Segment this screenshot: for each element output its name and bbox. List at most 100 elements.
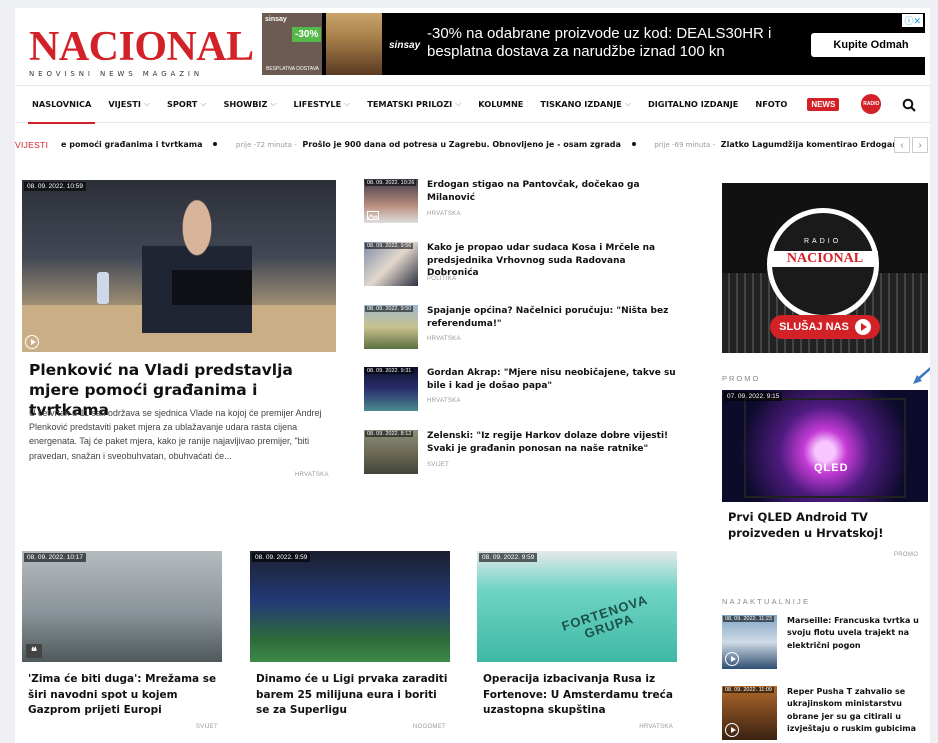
article-title[interactable]: Gordan Akrap: "Mjere nisu neobičajene, t… [427,367,677,392]
ticker-separator [631,142,636,146]
ticker-next-button[interactable]: › [912,137,928,153]
article-thumbnail[interactable]: 08. 09. 2022. 9:31 [364,367,418,411]
ad-choices-icon[interactable]: ⓘ✕ [902,14,923,27]
ad-discount: -30% [292,27,322,42]
listen-button[interactable]: SLUŠAJ NAS [770,315,880,339]
article-card[interactable]: 08. 09. 2022. 9:59 FORTENOVA GRUPA Opera… [477,551,677,741]
nav-label: LIFESTYLE [293,99,342,109]
ad-banner[interactable]: sinsay BESPLATNA DOSTAVA -30% sinsay -30… [262,13,930,75]
news-badge[interactable]: NEWS [807,97,840,111]
page: NACIONAL NEOVISNI NEWS MAGAZIN sinsay BE… [15,8,930,743]
site-logo[interactable]: NACIONAL NEOVISNI NEWS MAGAZIN [29,24,254,78]
article-title[interactable]: 'Zima će biti duga': Mrežama se širi nav… [28,672,222,719]
article-title[interactable]: Dinamo će u Ligi prvaka zaraditi barem 2… [256,672,450,719]
article-title[interactable]: Operacija izbacivanja Rusa iz Fortenove:… [483,672,677,719]
chevron-down-icon: ⌵ [344,99,351,108]
article-title[interactable]: Spajanje općina? Načelnici poručuju: "Ni… [427,305,677,330]
article-date: 08. 09. 2022. 9:50 [365,306,414,312]
ticker-item[interactable]: Zlatko Lagumdžija komentirao Erdoganovu … [721,140,894,149]
nav-item-naslovnica[interactable]: NASLOVNICA [27,85,96,124]
article-title[interactable]: Kako je propao udar sudaca Kosa i Mrčele… [427,242,677,280]
article-thumbnail[interactable]: 08. 09. 2022. 11:09 [722,686,777,740]
article-title[interactable]: Zelenski: "Iz regije Harkov dolaze dobre… [427,430,677,455]
nav-item-sport[interactable]: SPORT ⌵ [167,85,206,123]
article-image[interactable]: 08. 09. 2022. 9:59 [250,551,450,662]
list-item[interactable]: 08. 09. 2022. 9:56 Kako je propao udar s… [364,242,679,290]
nav-item-lifestyle[interactable]: LIFESTYLE ⌵ [294,85,351,123]
list-item[interactable]: 08. 09. 2022. 10:26 Erdogan stigao na Pa… [364,179,679,227]
hero-image[interactable]: 08. 09. 2022. 10:59 [22,180,336,352]
nav-item-nfoto[interactable]: NFOTO [755,85,787,123]
nav-item-kolumne[interactable]: KOLUMNE [478,85,523,123]
article-image[interactable]: 08. 09. 2022. 10:17 ❝ [22,551,222,662]
article-category[interactable]: HRVATSKA [427,211,461,217]
article-date: 08. 09. 2022. 10:26 [365,180,417,186]
hero-category[interactable]: HRVATSKA [295,472,329,478]
nav-label: DIGITALNO IZDANJE [647,99,739,109]
chevron-down-icon: ⌵ [624,99,631,108]
latest-section-label: NAJAKTUALNIJE [722,597,811,606]
nav-item-vijesti[interactable]: VIJESTI ⌵ [108,85,150,123]
article-title[interactable]: Marseille: Francuska tvrtka u svoju flot… [787,615,927,652]
radio-nacional-banner[interactable]: RADIO NACIONAL SLUŠAJ NAS [722,183,928,353]
ad-image: sinsay BESPLATNA DOSTAVA [262,13,322,75]
article-category[interactable]: SVIJET [196,724,218,730]
article-category[interactable]: HRVATSKA [639,724,673,730]
list-item[interactable]: 08. 09. 2022. 8:12 Zelenski: "Iz regije … [364,430,679,478]
article-thumbnail[interactable]: 08. 09. 2022. 10:26 [364,179,418,223]
nav-label: KOLUMNE [478,99,524,109]
play-icon [854,319,871,335]
ad-brand-small: sinsay [265,16,287,23]
search-icon[interactable] [902,98,916,112]
promo-category[interactable]: PROMO [894,552,918,558]
hero-excerpt: U četvrtak u 11 sati održava se sjednica… [29,408,322,461]
radio-badge-icon[interactable]: RADIO [861,94,882,114]
play-icon[interactable] [25,335,39,349]
ad-cta-button[interactable]: Kupite Odmah [811,33,930,57]
article-category[interactable]: HRVATSKA [427,398,461,404]
nav-label: TISKANO IZDANJE [540,99,622,109]
latest-item[interactable]: 08. 09. 2022. 11:09 Reper Pusha T zahval… [722,686,928,742]
chevron-down-icon: ⌵ [143,99,150,108]
promo-image[interactable]: QLED 07. 09. 2022. 9:15 [722,390,928,502]
article-card[interactable]: 08. 09. 2022. 9:59 Dinamo će u Ligi prva… [250,551,450,741]
ticker-item[interactable]: Prošlo je 900 dana od potresa u Zagrebu.… [302,140,620,149]
article-thumbnail[interactable]: 08. 09. 2022. 9:56 [364,242,418,286]
nav-item-tiskano-izdanje[interactable]: TISKANO IZDANJE ⌵ [540,85,631,123]
article-title[interactable]: Erdogan stigao na Pantovčak, dočekao ga … [427,179,677,204]
qled-logo: QLED [814,462,849,474]
article-card[interactable]: 08. 09. 2022. 10:17 ❝ 'Zima će biti duga… [22,551,222,741]
article-category[interactable]: NOGOMET [413,724,446,730]
article-category[interactable]: SVIJET [427,462,449,468]
gallery-icon [367,211,379,220]
nav-item-digitalno-izdanje[interactable]: DIGITALNO IZDANJE [648,85,738,123]
article-category[interactable]: HRVATSKA [427,336,461,342]
quote-icon: ❝ [26,644,42,658]
article-category[interactable]: POLITIKA [427,276,456,282]
latest-item[interactable]: 08. 09. 2022. 11:23 Marseille: Francuska… [722,615,928,671]
article-image[interactable]: 08. 09. 2022. 9:59 FORTENOVA GRUPA [477,551,677,662]
ticker-item[interactable]: e pomoći građanima i tvrtkama [61,140,202,149]
ticker-time: prije -69 minuta - [654,141,716,149]
ticker-prev-button[interactable]: ‹ [894,137,910,153]
article-date: 08. 09. 2022. 9:59 [479,553,538,562]
promo-section-label: PROMO [722,374,761,383]
nav-item-tematski-prilozi[interactable]: TEMATSKI PRILOZI ⌵ [367,85,461,123]
list-item[interactable]: 08. 09. 2022. 9:50 Spajanje općina? Nače… [364,305,679,353]
chevron-down-icon: ⌵ [200,99,207,108]
list-item[interactable]: 08. 09. 2022. 9:31 Gordan Akrap: "Mjere … [364,367,679,415]
play-icon[interactable] [725,723,739,737]
article-title[interactable]: Reper Pusha T zahvalio se ukrajinskom mi… [787,686,927,735]
play-icon[interactable] [725,652,739,666]
promo-title[interactable]: Prvi QLED Android TV proizveden u Hrvats… [728,509,928,541]
ticker-separator [213,142,218,146]
news-ticker: VIJESTI e pomoći građanima i tvrtkama pr… [15,136,930,154]
article-thumbnail[interactable]: 08. 09. 2022. 11:23 [722,615,777,669]
arrow-icon [913,366,930,384]
article-thumbnail[interactable]: 08. 09. 2022. 9:50 [364,305,418,349]
ticker-time: prije -72 minuta - [235,141,297,149]
article-thumbnail[interactable]: 08. 09. 2022. 8:12 [364,430,418,474]
hero-image-person [142,198,252,333]
logo-title: NACIONAL [29,24,254,70]
nav-item-showbiz[interactable]: SHOWBIZ ⌵ [223,85,276,123]
